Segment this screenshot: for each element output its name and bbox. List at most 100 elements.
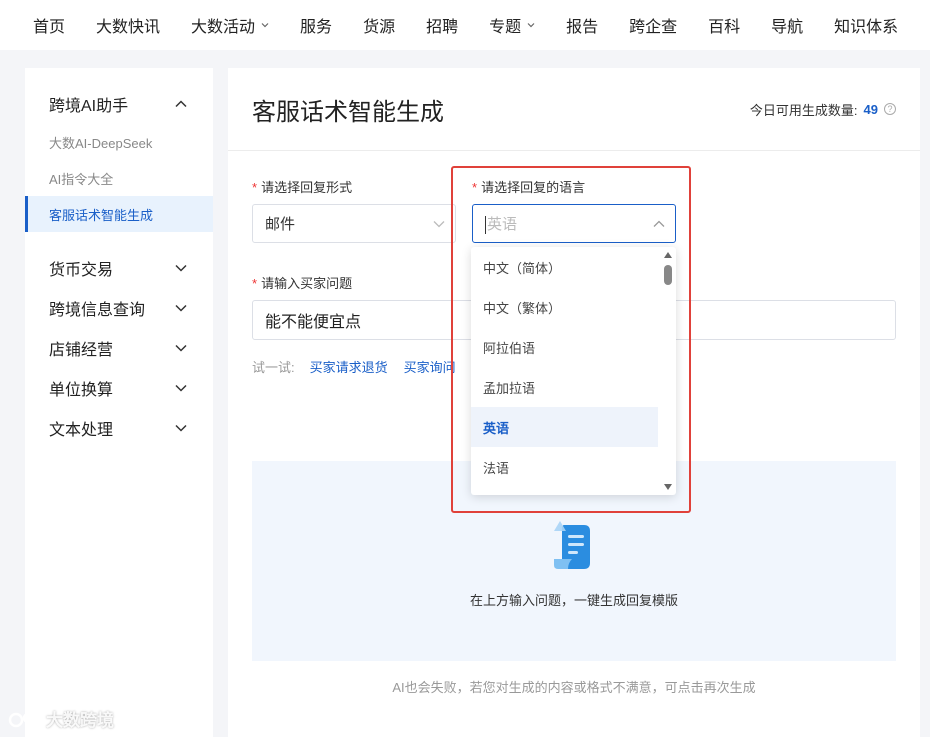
nav-knowledge[interactable]: 知识体系 [834, 13, 898, 37]
sidebar-group-info-search[interactable]: 跨境信息查询 [25, 288, 213, 328]
nav-services-label: 服务 [300, 19, 333, 36]
sidebar-group-currency[interactable]: 货币交易 [25, 248, 213, 288]
option-label: 孟加拉语 [483, 380, 536, 396]
sidebar-item-label: 客服话术智能生成 [49, 207, 154, 223]
sidebar-group-ai-assistant[interactable]: 跨境AI助手 [25, 84, 213, 124]
nav-wiki-label: 百科 [708, 19, 741, 36]
language-select[interactable]: 英语 [472, 204, 676, 243]
nav-home[interactable]: 首页 [33, 13, 65, 37]
language-option-arabic[interactable]: 阿拉伯语 [471, 327, 658, 367]
reply-format-select[interactable]: 邮件 [252, 204, 456, 243]
question-value: 能不能便宜点 [265, 314, 362, 331]
sidebar-group-label: 文本处理 [49, 422, 114, 439]
watermark: 大数跨境 [8, 706, 114, 731]
option-label: 阿拉伯语 [483, 340, 536, 356]
nav-activities-label: 大数活动 [191, 19, 256, 36]
help-icon[interactable]: ? [884, 103, 896, 115]
chevron-down-icon [527, 23, 535, 28]
scroll-up-arrow-icon[interactable] [664, 252, 672, 258]
nav-supply[interactable]: 货源 [363, 13, 395, 37]
chevron-down-icon [261, 23, 269, 28]
nav-topics-label: 专题 [489, 19, 522, 36]
try-link-return[interactable]: 买家请求退货 [310, 357, 388, 376]
language-label-text: 请选择回复的语言 [481, 180, 586, 195]
language-option-bengali[interactable]: 孟加拉语 [471, 367, 658, 407]
sidebar-group-label: 跨境AI助手 [49, 98, 129, 115]
nav-supply-label: 货源 [363, 19, 396, 36]
main-header: 客服话术智能生成 今日可用生成数量: 49 ? [228, 68, 920, 151]
nav-jobs[interactable]: 招聘 [426, 13, 458, 37]
chevron-down-icon [175, 344, 187, 352]
language-placeholder: 英语 [487, 215, 518, 233]
sidebar-group-label: 货币交易 [49, 262, 114, 279]
nav-home-label: 首页 [33, 19, 66, 36]
quota: 今日可用生成数量: 49 ? [750, 100, 896, 119]
nav-topics[interactable]: 专题 [489, 13, 535, 37]
try-link-inquiry[interactable]: 买家询问 [404, 357, 456, 376]
language-dropdown: 中文（简体） 中文（繁体） 阿拉伯语 孟加拉语 英语 法语 [471, 247, 676, 495]
chevron-down-icon [433, 220, 445, 227]
scroll-down-arrow-icon[interactable] [664, 484, 672, 490]
nav-directory-label: 导航 [771, 19, 804, 36]
reply-format-label: * 请选择回复形式 [252, 177, 352, 196]
logo-icon [8, 711, 41, 727]
sidebar-group-label: 单位换算 [49, 382, 114, 399]
language-option-french[interactable]: 法语 [471, 447, 658, 487]
nav-news-label: 大数快讯 [96, 19, 161, 36]
nav-wiki[interactable]: 百科 [708, 13, 740, 37]
nav-reports-label: 报告 [566, 19, 599, 36]
sidebar-item-label: 大数AI-DeepSeek [49, 135, 153, 151]
language-option-english[interactable]: 英语 [471, 407, 658, 447]
sidebar-item-cs-script[interactable]: 客服话术智能生成 [25, 196, 213, 232]
scrollbar-thumb[interactable] [664, 265, 672, 285]
sidebar-item-deepseek[interactable]: 大数AI-DeepSeek [25, 124, 213, 160]
question-label-text: 请输入买家问题 [261, 276, 353, 291]
document-icon [554, 521, 590, 569]
required-mark: * [252, 180, 258, 195]
nav-jobs-label: 招聘 [426, 19, 459, 36]
top-navigation: 首页 大数快讯 大数活动 服务 货源 招聘 专题 报告 跨企查 百科 导航 知识… [0, 0, 930, 50]
ai-disclaimer: AI也会失败，若您对生成的内容或格式不满意，可点击再次生成 [392, 680, 756, 695]
nav-services[interactable]: 服务 [300, 13, 332, 37]
option-label: 中文（繁体） [483, 300, 562, 316]
sidebar-group-text[interactable]: 文本处理 [25, 408, 213, 448]
nav-reports[interactable]: 报告 [566, 13, 598, 37]
sidebar: 跨境AI助手 大数AI-DeepSeek AI指令大全 客服话术智能生成 货币交… [25, 68, 213, 737]
chevron-down-icon [175, 424, 187, 432]
reply-format-label-text: 请选择回复形式 [261, 180, 353, 195]
page-title: 客服话术智能生成 [252, 98, 444, 126]
chevron-up-icon [175, 100, 187, 108]
dropdown-scrollbar[interactable] [660, 247, 676, 495]
reply-format-value: 邮件 [265, 216, 296, 233]
try-examples: 试一试: 买家请求退货 买家询问 [252, 357, 472, 376]
chevron-down-icon [175, 264, 187, 272]
required-mark: * [472, 180, 478, 195]
language-option-zh-hans[interactable]: 中文（简体） [471, 247, 658, 287]
option-label: 中文（简体） [483, 260, 562, 276]
chevron-down-icon [175, 304, 187, 312]
sidebar-group-label: 跨境信息查询 [49, 302, 146, 319]
sidebar-group-unit-convert[interactable]: 单位换算 [25, 368, 213, 408]
option-label: 英语 [483, 420, 510, 436]
result-empty-text: 在上方输入问题，一键生成回复模版 [469, 593, 678, 608]
nav-knowledge-label: 知识体系 [834, 19, 899, 36]
required-mark: * [252, 276, 258, 291]
chevron-down-icon [175, 384, 187, 392]
option-label: 法语 [483, 460, 510, 476]
language-option-zh-hant[interactable]: 中文（繁体） [471, 287, 658, 327]
nav-news[interactable]: 大数快讯 [96, 13, 160, 37]
quota-value: 49 [863, 101, 878, 117]
nav-company-search[interactable]: 跨企查 [629, 13, 677, 37]
sidebar-item-ai-prompts[interactable]: AI指令大全 [25, 160, 213, 196]
sidebar-group-store[interactable]: 店铺经营 [25, 328, 213, 368]
watermark-text: 大数跨境 [46, 711, 114, 730]
question-label: * 请输入买家问题 [252, 273, 352, 292]
nav-directory[interactable]: 导航 [771, 13, 803, 37]
language-label: * 请选择回复的语言 [472, 177, 585, 196]
try-label: 试一试: [252, 360, 295, 375]
sidebar-item-label: AI指令大全 [49, 171, 114, 187]
nav-activities[interactable]: 大数活动 [191, 13, 269, 37]
text-cursor [485, 216, 486, 235]
quota-label: 今日可用生成数量: [749, 102, 858, 118]
chevron-up-icon [653, 220, 665, 227]
